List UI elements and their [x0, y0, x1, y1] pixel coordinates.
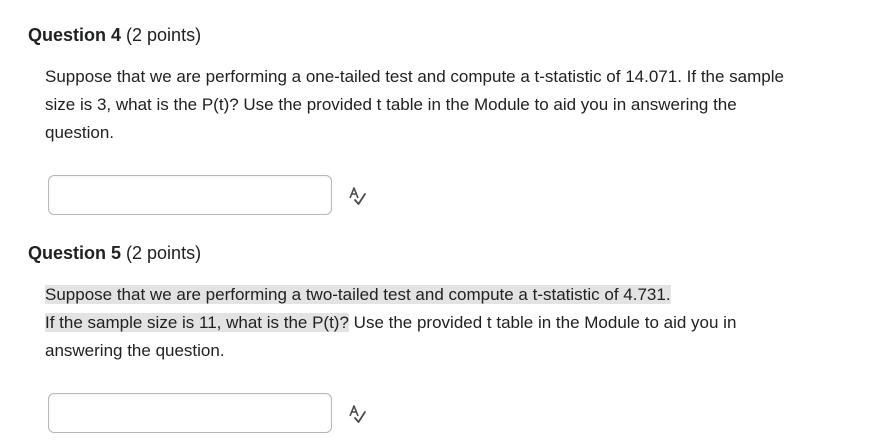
spellcheck-icon[interactable] [346, 403, 368, 425]
question-4-label: Question 4 [28, 25, 122, 45]
spellcheck-icon[interactable] [346, 185, 368, 207]
question-4-text: Suppose that we are performing a one-tai… [45, 67, 784, 142]
question-4: Question 4 (2 points) Suppose that we ar… [28, 22, 868, 219]
question-5-text-selected-1: Suppose that we are performing a two-tai… [45, 285, 671, 304]
question-5-answer-input[interactable] [48, 393, 332, 433]
question-4-answer-row [48, 175, 868, 219]
question-5: Question 5 (2 points) Suppose that we ar… [28, 240, 868, 437]
question-4-points: (2 points) [126, 25, 202, 45]
question-5-answer-row [48, 393, 868, 437]
question-5-label: Question 5 [28, 243, 122, 263]
question-5-points: (2 points) [126, 243, 202, 263]
question-5-title: Question 5 (2 points) [28, 240, 868, 266]
question-4-title: Question 4 (2 points) [28, 22, 868, 48]
question-4-answer-input[interactable] [48, 175, 332, 215]
question-5-text-selected-2: If the sample size is 11, what is the P(… [45, 313, 349, 332]
question-5-text: Suppose that we are performing a two-tai… [45, 281, 785, 365]
